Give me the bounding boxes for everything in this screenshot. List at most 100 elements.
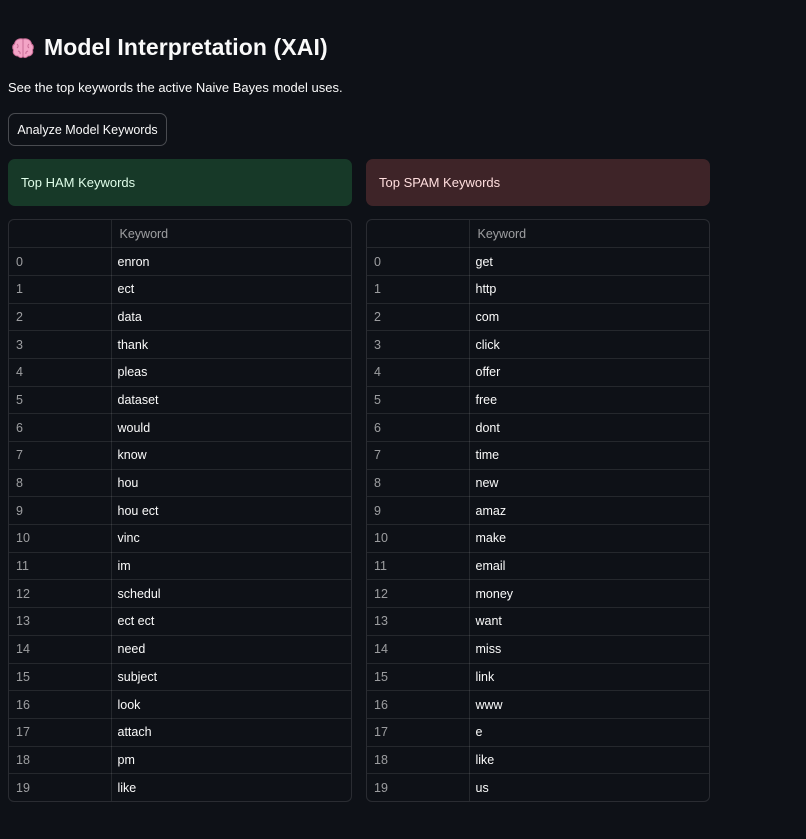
row-index: 16 bbox=[9, 690, 112, 719]
analyze-model-keywords-button[interactable]: Analyze Model Keywords bbox=[8, 113, 167, 146]
table-row: 15 link bbox=[367, 663, 709, 692]
keyword-cell: ect bbox=[111, 275, 351, 304]
table-row: 16 look bbox=[9, 690, 351, 719]
table-row: 7 know bbox=[9, 441, 351, 470]
row-index: 3 bbox=[9, 330, 112, 359]
keyword-cell: time bbox=[469, 441, 709, 470]
table-row: 17 e bbox=[367, 718, 709, 747]
row-index: 5 bbox=[367, 386, 470, 415]
table-row: 12 schedul bbox=[9, 579, 351, 609]
keyword-cell: com bbox=[469, 303, 709, 332]
table-row: 9 hou ect bbox=[9, 496, 351, 526]
keyword-cell: make bbox=[469, 524, 709, 553]
ham-keywords-table[interactable]: Keyword 0 enron 1 ect 2 data 3 thank 4 pleas 5 data… bbox=[8, 219, 352, 803]
row-index: 19 bbox=[9, 773, 112, 802]
row-index: 2 bbox=[367, 303, 470, 332]
row-index: 15 bbox=[367, 663, 470, 692]
keyword-cell: pleas bbox=[111, 358, 351, 387]
table-row: 11 email bbox=[367, 552, 709, 581]
table-row: 4 offer bbox=[367, 358, 709, 387]
row-index: 2 bbox=[9, 303, 112, 332]
row-index: 1 bbox=[367, 275, 470, 304]
spam-banner: Top SPAM Keywords bbox=[366, 159, 710, 206]
table-row: 0 enron bbox=[9, 247, 351, 276]
table-row: 18 pm bbox=[9, 746, 351, 775]
spam-column: Top SPAM Keywords Keyword 0 get 1 http 2 com 3… bbox=[366, 159, 710, 803]
keyword-cell: us bbox=[475, 780, 489, 795]
table-row: 17 attach bbox=[9, 718, 351, 747]
keyword-cell: want bbox=[469, 607, 709, 636]
page-subtitle: See the top keywords the active Naive Ba… bbox=[8, 80, 343, 95]
row-index: 17 bbox=[9, 718, 112, 747]
keyword-cell: get bbox=[469, 247, 709, 276]
index-header bbox=[367, 220, 470, 249]
row-index: 10 bbox=[9, 524, 112, 553]
table-row: 8 new bbox=[367, 469, 709, 498]
row-index: 13 bbox=[367, 607, 470, 636]
row-index: 16 bbox=[367, 690, 470, 719]
table-row: 11 im bbox=[9, 552, 351, 581]
row-index: 7 bbox=[367, 441, 470, 470]
xai-page: Model Interpretation (XAI) See the top k… bbox=[0, 0, 806, 839]
page-header: Model Interpretation (XAI) bbox=[10, 34, 328, 61]
table-row: 18 like bbox=[367, 746, 709, 775]
table-row: 9 amaz bbox=[367, 496, 709, 526]
keyword-cell: http bbox=[469, 275, 709, 304]
keyword-header[interactable]: Keyword bbox=[469, 220, 709, 249]
keyword-cell: schedul bbox=[111, 579, 351, 609]
keyword-header[interactable]: Keyword bbox=[111, 220, 351, 249]
row-index: 15 bbox=[9, 663, 112, 692]
table-header-row: Keyword bbox=[9, 220, 351, 249]
row-index: 0 bbox=[9, 247, 112, 276]
table-row: 8 hou bbox=[9, 469, 351, 498]
keyword-cell: miss bbox=[469, 635, 709, 664]
table-row: 10 make bbox=[367, 524, 709, 553]
row-index: 6 bbox=[9, 413, 112, 442]
keyword-cell: amaz bbox=[469, 496, 709, 526]
keyword-cell: data bbox=[111, 303, 351, 332]
ham-column: Top HAM Keywords Keyword 0 enron 1 ect 2 data… bbox=[8, 159, 352, 803]
table-row: 6 dont bbox=[367, 413, 709, 442]
row-index: 10 bbox=[367, 524, 470, 553]
row-index: 8 bbox=[367, 469, 470, 498]
keyword-cell: free bbox=[469, 386, 709, 415]
row-index: 18 bbox=[367, 746, 470, 775]
spam-table-body: 0 get 1 http 2 com 3 click 4 offer 5 free 6 dont 7 time… bbox=[367, 247, 709, 802]
table-row: 6 would bbox=[9, 413, 351, 442]
table-row: 19 us bbox=[367, 773, 709, 802]
row-index: 1 bbox=[9, 275, 112, 304]
keyword-cell: hou bbox=[111, 469, 351, 498]
row-index: 11 bbox=[9, 552, 112, 581]
spam-keywords-table[interactable]: Keyword 0 get 1 http 2 com 3 click 4 offer 5 free 6 d… bbox=[366, 219, 710, 803]
row-index: 0 bbox=[367, 247, 470, 276]
row-index: 8 bbox=[9, 469, 112, 498]
keyword-cell: dont bbox=[469, 413, 709, 442]
keyword-cell: enron bbox=[111, 247, 351, 276]
keyword-cell: offer bbox=[469, 358, 709, 387]
table-row: 2 com bbox=[367, 303, 709, 332]
table-row: 15 subject bbox=[9, 663, 351, 692]
keyword-cell: dataset bbox=[111, 386, 351, 415]
row-index: 11 bbox=[367, 552, 470, 581]
row-index: 4 bbox=[367, 358, 470, 387]
index-header bbox=[9, 220, 112, 249]
table-header-row: Keyword bbox=[367, 220, 709, 249]
table-row: 1 http bbox=[367, 275, 709, 304]
row-index: 12 bbox=[367, 579, 470, 609]
keyword-cell: money bbox=[469, 579, 709, 609]
row-index: 9 bbox=[9, 496, 112, 526]
table-row: 13 want bbox=[367, 607, 709, 636]
keyword-cell: im bbox=[111, 552, 351, 581]
keyword-cell: would bbox=[111, 413, 351, 442]
page-title: Model Interpretation (XAI) bbox=[44, 34, 328, 60]
row-index: 7 bbox=[9, 441, 112, 470]
row-index: 13 bbox=[9, 607, 112, 636]
row-index: 9 bbox=[367, 496, 470, 526]
row-index: 4 bbox=[9, 358, 112, 387]
table-row: 13 ect ect bbox=[9, 607, 351, 636]
table-row: 4 pleas bbox=[9, 358, 351, 387]
row-index: 3 bbox=[367, 330, 470, 359]
table-row: 7 time bbox=[367, 441, 709, 470]
keyword-cell: know bbox=[111, 441, 351, 470]
table-row: 2 data bbox=[9, 303, 351, 332]
